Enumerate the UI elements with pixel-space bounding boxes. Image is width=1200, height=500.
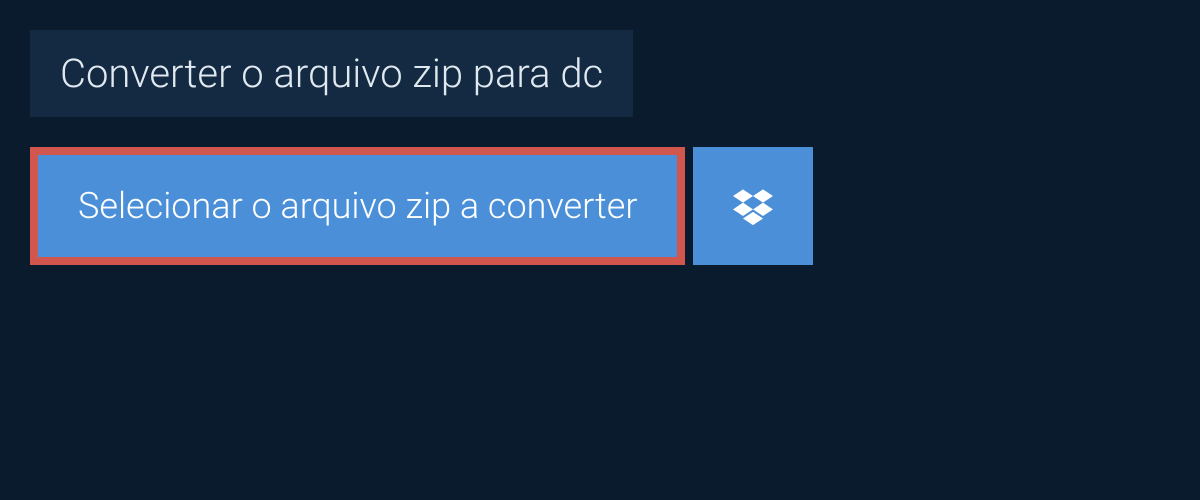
dropbox-icon [733, 186, 773, 226]
select-file-button[interactable]: Selecionar o arquivo zip a converter [30, 147, 685, 265]
main-container: Converter o arquivo zip para dc Selecion… [0, 0, 1200, 295]
page-title: Converter o arquivo zip para dc [60, 50, 603, 97]
title-bar: Converter o arquivo zip para dc [30, 30, 633, 117]
select-file-label: Selecionar o arquivo zip a converter [78, 185, 637, 227]
dropbox-button[interactable] [693, 147, 813, 265]
action-row: Selecionar o arquivo zip a converter [30, 147, 1170, 265]
